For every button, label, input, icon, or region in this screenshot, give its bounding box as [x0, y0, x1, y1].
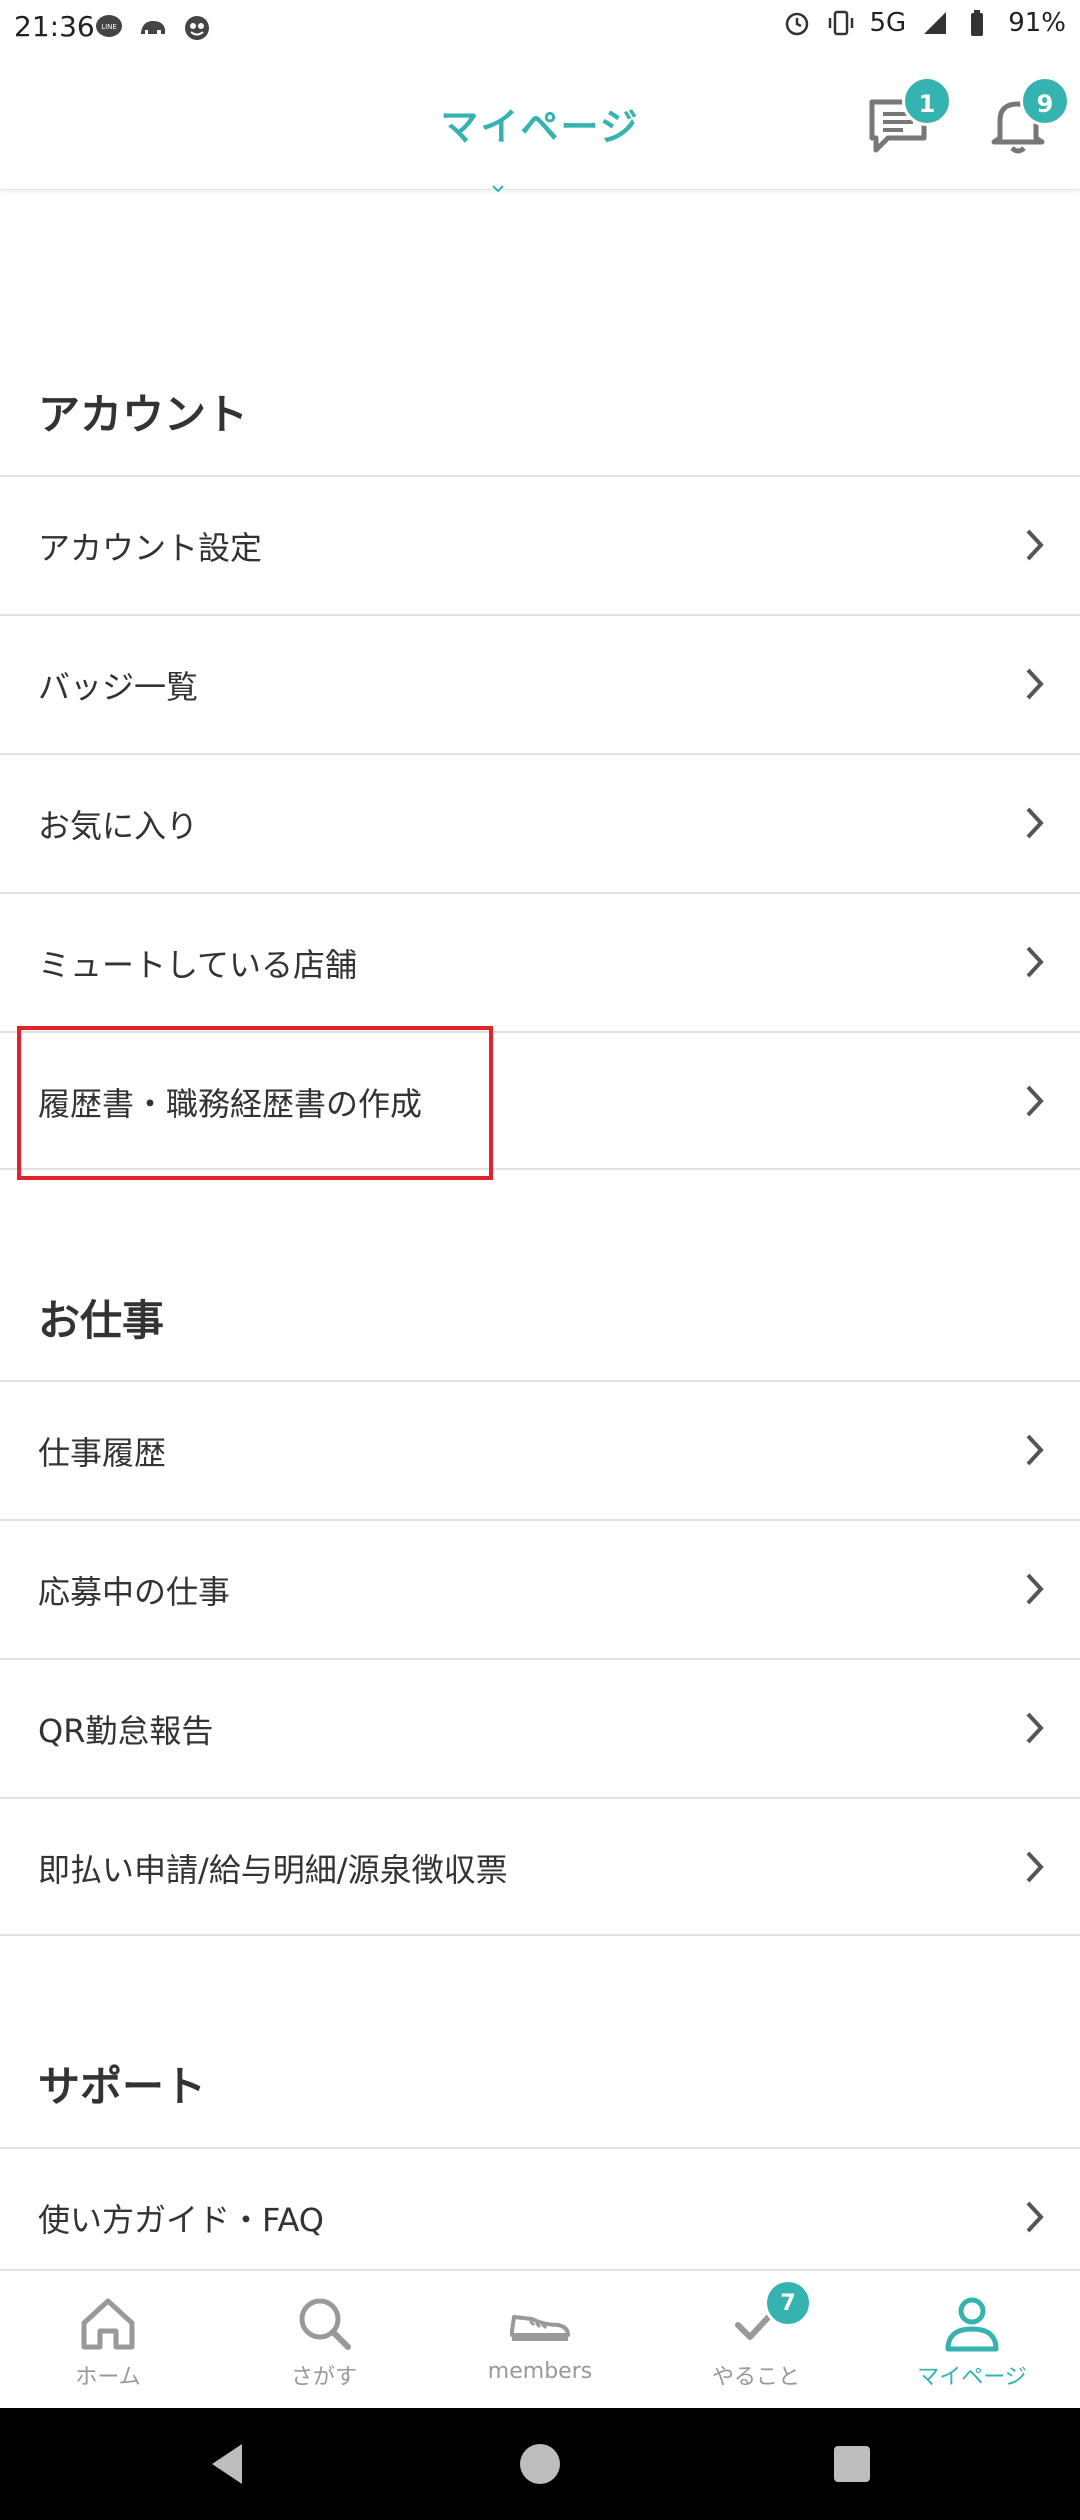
menu-item-payments[interactable]: 即払い申請/給与明細/源泉徴収票: [0, 1797, 1080, 1936]
recents-icon[interactable]: [822, 2434, 882, 2494]
mypage-content[interactable]: アカウント アカウント設定 バッジ一覧 お気に入り ミュートしている店舗 履歴書…: [0, 191, 1080, 2269]
person-icon: [945, 2297, 999, 2352]
menu-item-label: バッジ一覧: [38, 668, 199, 706]
animal-app-icon: [141, 21, 165, 34]
status-time: 21:36: [14, 10, 95, 43]
chevron-right-icon: [1026, 1434, 1044, 1466]
menu-item-label: アカウント設定: [38, 529, 263, 567]
menu-item-badges[interactable]: バッジ一覧: [0, 614, 1080, 753]
section-title-work: お仕事: [38, 1296, 165, 1345]
menu-item-label: 即払い申請/給与明細/源泉徴収票: [38, 1851, 508, 1889]
tab-label: ホーム: [75, 2365, 141, 2390]
battery-icon: [971, 10, 984, 36]
chevron-right-icon: [1026, 1573, 1044, 1605]
tab-label: マイページ: [917, 2365, 1027, 2390]
chevron-right-icon: [1026, 1851, 1044, 1883]
tab-search[interactable]: さがす: [216, 2271, 432, 2410]
tab-label: さがす: [290, 2365, 357, 2390]
chevron-right-icon: [1026, 668, 1044, 700]
menu-item-applied-jobs[interactable]: 応募中の仕事: [0, 1519, 1080, 1658]
shoe-icon: [510, 2315, 570, 2341]
menu-item-label: ミュートしている店舗: [38, 946, 358, 984]
highlight-box: [17, 1026, 493, 1180]
chevron-right-icon: [1026, 1712, 1044, 1744]
chevron-right-icon: [1026, 2201, 1044, 2233]
tab-label: members: [487, 2359, 593, 2384]
menu-item-muted-stores[interactable]: ミュートしている店舗: [0, 892, 1080, 1031]
messages-badge: 1: [902, 76, 952, 126]
tab-members[interactable]: members: [432, 2271, 648, 2410]
character-app-icon: [185, 16, 209, 40]
home-icon: [81, 2298, 135, 2350]
chevron-right-icon: [1026, 529, 1044, 561]
app-header: マイページ 1 9: [0, 58, 1080, 190]
tab-label: やること: [711, 2365, 800, 2390]
tab-home[interactable]: ホーム: [0, 2271, 216, 2410]
section-title-support: サポート: [38, 2062, 207, 2111]
back-icon[interactable]: [198, 2434, 258, 2494]
network-label: 5G: [869, 8, 907, 38]
search-icon: [299, 2298, 351, 2350]
notifications-button[interactable]: 9: [982, 76, 1070, 168]
todo-badge: 7: [764, 2279, 812, 2327]
menu-item-work-history[interactable]: 仕事履歴: [0, 1380, 1080, 1519]
svg-text:LINE: LINE: [101, 23, 117, 31]
chevron-right-icon: [1026, 1085, 1044, 1117]
menu-item-account-settings[interactable]: アカウント設定: [0, 475, 1080, 614]
alarm-icon: [785, 12, 808, 36]
section-title-account: アカウント: [38, 390, 249, 439]
menu-item-label: 使い方ガイド・FAQ: [38, 2201, 324, 2239]
menu-item-label: 応募中の仕事: [38, 1573, 231, 1611]
menu-item-label: お気に入り: [38, 807, 199, 845]
tab-todo[interactable]: 7 やること: [648, 2271, 864, 2410]
menu-item-favorites[interactable]: お気に入り: [0, 753, 1080, 892]
messages-button[interactable]: 1: [862, 76, 952, 168]
line-icon: LINE: [96, 15, 122, 37]
signal-icon: [924, 12, 947, 34]
menu-item-qr-attendance[interactable]: QR勤怠報告: [0, 1658, 1080, 1797]
tab-mypage[interactable]: マイページ: [864, 2271, 1080, 2410]
chevron-right-icon: [1026, 807, 1044, 839]
vibrate-icon: [828, 10, 853, 36]
home-nav-icon[interactable]: [510, 2434, 570, 2494]
menu-item-guide-faq[interactable]: 使い方ガイド・FAQ: [0, 2147, 1080, 2269]
notifications-badge: 9: [1020, 76, 1070, 126]
battery-label: 91%: [1008, 8, 1066, 38]
menu-item-label: 仕事履歴: [38, 1434, 167, 1472]
status-bar: 21:36 LINE 5G 91%: [0, 0, 1080, 58]
menu-item-label: QR勤怠報告: [38, 1712, 214, 1750]
tab-bar: ホーム さがす members 7 やること マイページ: [0, 2269, 1080, 2408]
chevron-right-icon: [1026, 946, 1044, 978]
system-nav-bar: [0, 2408, 1080, 2520]
